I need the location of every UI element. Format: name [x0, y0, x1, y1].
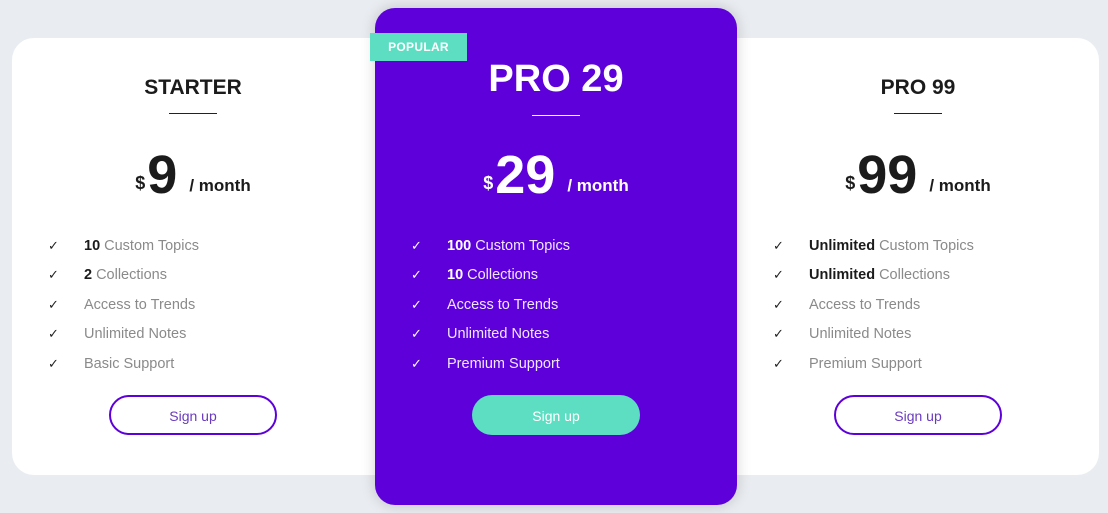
feature-text: Access to Trends — [809, 296, 921, 313]
plan-title: STARTER — [144, 76, 242, 99]
price-amount: 9 — [147, 145, 178, 205]
feature-text: Basic Support — [84, 355, 175, 372]
feature-item: ✓ Premium Support — [411, 349, 570, 379]
feature-item: ✓ 10 Custom Topics — [48, 231, 199, 261]
feature-item: ✓ 100 Custom Topics — [411, 231, 570, 261]
feature-list: ✓ 10 Custom Topics ✓ 2 Collections ✓ Access t… — [48, 231, 199, 379]
price-period: / month — [567, 176, 629, 195]
feature-text: Collections — [96, 267, 167, 284]
feature-list: ✓ Unlimited Custom Topics ✓ Unlimited Collec… — [773, 231, 974, 379]
feature-item: ✓ Basic Support — [48, 349, 199, 379]
check-icon: ✓ — [773, 296, 784, 312]
feature-item: ✓ 10 Collections — [411, 261, 570, 291]
check-icon: ✓ — [411, 237, 422, 253]
title-divider — [169, 113, 217, 114]
starter-signup-button[interactable]: Sign up — [109, 395, 277, 435]
price-amount: 99 — [857, 145, 918, 205]
plan-card-pro-29: POPULAR PRO 29 $ 29 / month ✓ 100 Custom T… — [370, 8, 737, 505]
feature-text: Premium Support — [447, 355, 560, 372]
feature-highlight: 2 — [84, 267, 93, 284]
check-icon: ✓ — [773, 267, 784, 283]
feature-item: ✓ Unlimited Custom Topics — [773, 231, 974, 261]
feature-text: Custom Topics — [104, 237, 199, 254]
feature-item: ✓ Unlimited Notes — [411, 320, 570, 350]
feature-highlight: 100 — [447, 237, 472, 254]
check-icon: ✓ — [773, 237, 784, 253]
title-divider — [532, 115, 580, 116]
check-icon: ✓ — [411, 267, 422, 283]
plan-card-starter: STARTER $ 9 / month ✓ 10 Custom Topics ✓ 2 C… — [12, 38, 374, 475]
plan-price: $ 29 / month — [375, 142, 737, 202]
check-icon: ✓ — [48, 267, 59, 283]
feature-text: Premium Support — [809, 355, 922, 372]
currency-symbol: $ — [845, 173, 856, 193]
feature-text: Custom Topics — [475, 237, 571, 254]
pro-99-signup-button[interactable]: Sign up — [834, 395, 1002, 435]
currency-symbol: $ — [135, 173, 146, 193]
plan-price: $ 9 / month — [12, 142, 374, 202]
check-icon: ✓ — [411, 326, 422, 342]
feature-text: Unlimited Notes — [809, 326, 912, 343]
feature-text: Custom Topics — [879, 237, 974, 254]
feature-list: ✓ 100 Custom Topics ✓ 10 Collections ✓ Access… — [411, 231, 570, 379]
feature-item: ✓ Access to Trends — [773, 290, 974, 320]
feature-highlight: Unlimited — [809, 267, 876, 284]
plan-title: PRO 99 — [880, 76, 956, 99]
check-icon: ✓ — [48, 355, 59, 371]
popular-badge: POPULAR — [370, 33, 467, 61]
feature-item: ✓ Unlimited Collections — [773, 261, 974, 291]
feature-highlight: 10 — [447, 267, 464, 284]
check-icon: ✓ — [411, 355, 422, 371]
price-period: / month — [929, 176, 991, 195]
price-amount: 29 — [495, 145, 556, 205]
feature-highlight: 10 — [84, 237, 101, 254]
check-icon: ✓ — [48, 237, 59, 253]
check-icon: ✓ — [411, 296, 422, 312]
plan-title: PRO 29 — [488, 58, 624, 100]
feature-item: ✓ Unlimited Notes — [48, 320, 199, 350]
feature-text: Unlimited Notes — [84, 326, 187, 343]
plan-price: $ 99 / month — [737, 142, 1099, 202]
feature-item: ✓ Premium Support — [773, 349, 974, 379]
feature-item: ✓ Access to Trends — [411, 290, 570, 320]
feature-item: ✓ Unlimited Notes — [773, 320, 974, 350]
feature-text: Access to Trends — [447, 296, 559, 313]
pro-29-signup-button[interactable]: Sign up — [472, 395, 640, 435]
feature-text: Access to Trends — [84, 296, 196, 313]
feature-highlight: Unlimited — [809, 237, 876, 254]
feature-item: ✓ Access to Trends — [48, 290, 199, 320]
price-period: / month — [189, 176, 251, 195]
check-icon: ✓ — [48, 296, 59, 312]
currency-symbol: $ — [483, 173, 494, 193]
check-icon: ✓ — [773, 326, 784, 342]
check-icon: ✓ — [773, 355, 784, 371]
feature-text: Collections — [879, 267, 950, 284]
feature-text: Collections — [467, 267, 539, 284]
check-icon: ✓ — [48, 326, 59, 342]
feature-item: ✓ 2 Collections — [48, 261, 199, 291]
feature-text: Unlimited Notes — [447, 326, 550, 343]
plan-card-pro-99: PRO 99 $ 99 / month ✓ Unlimited Custom Top… — [737, 38, 1099, 475]
title-divider — [894, 113, 942, 114]
